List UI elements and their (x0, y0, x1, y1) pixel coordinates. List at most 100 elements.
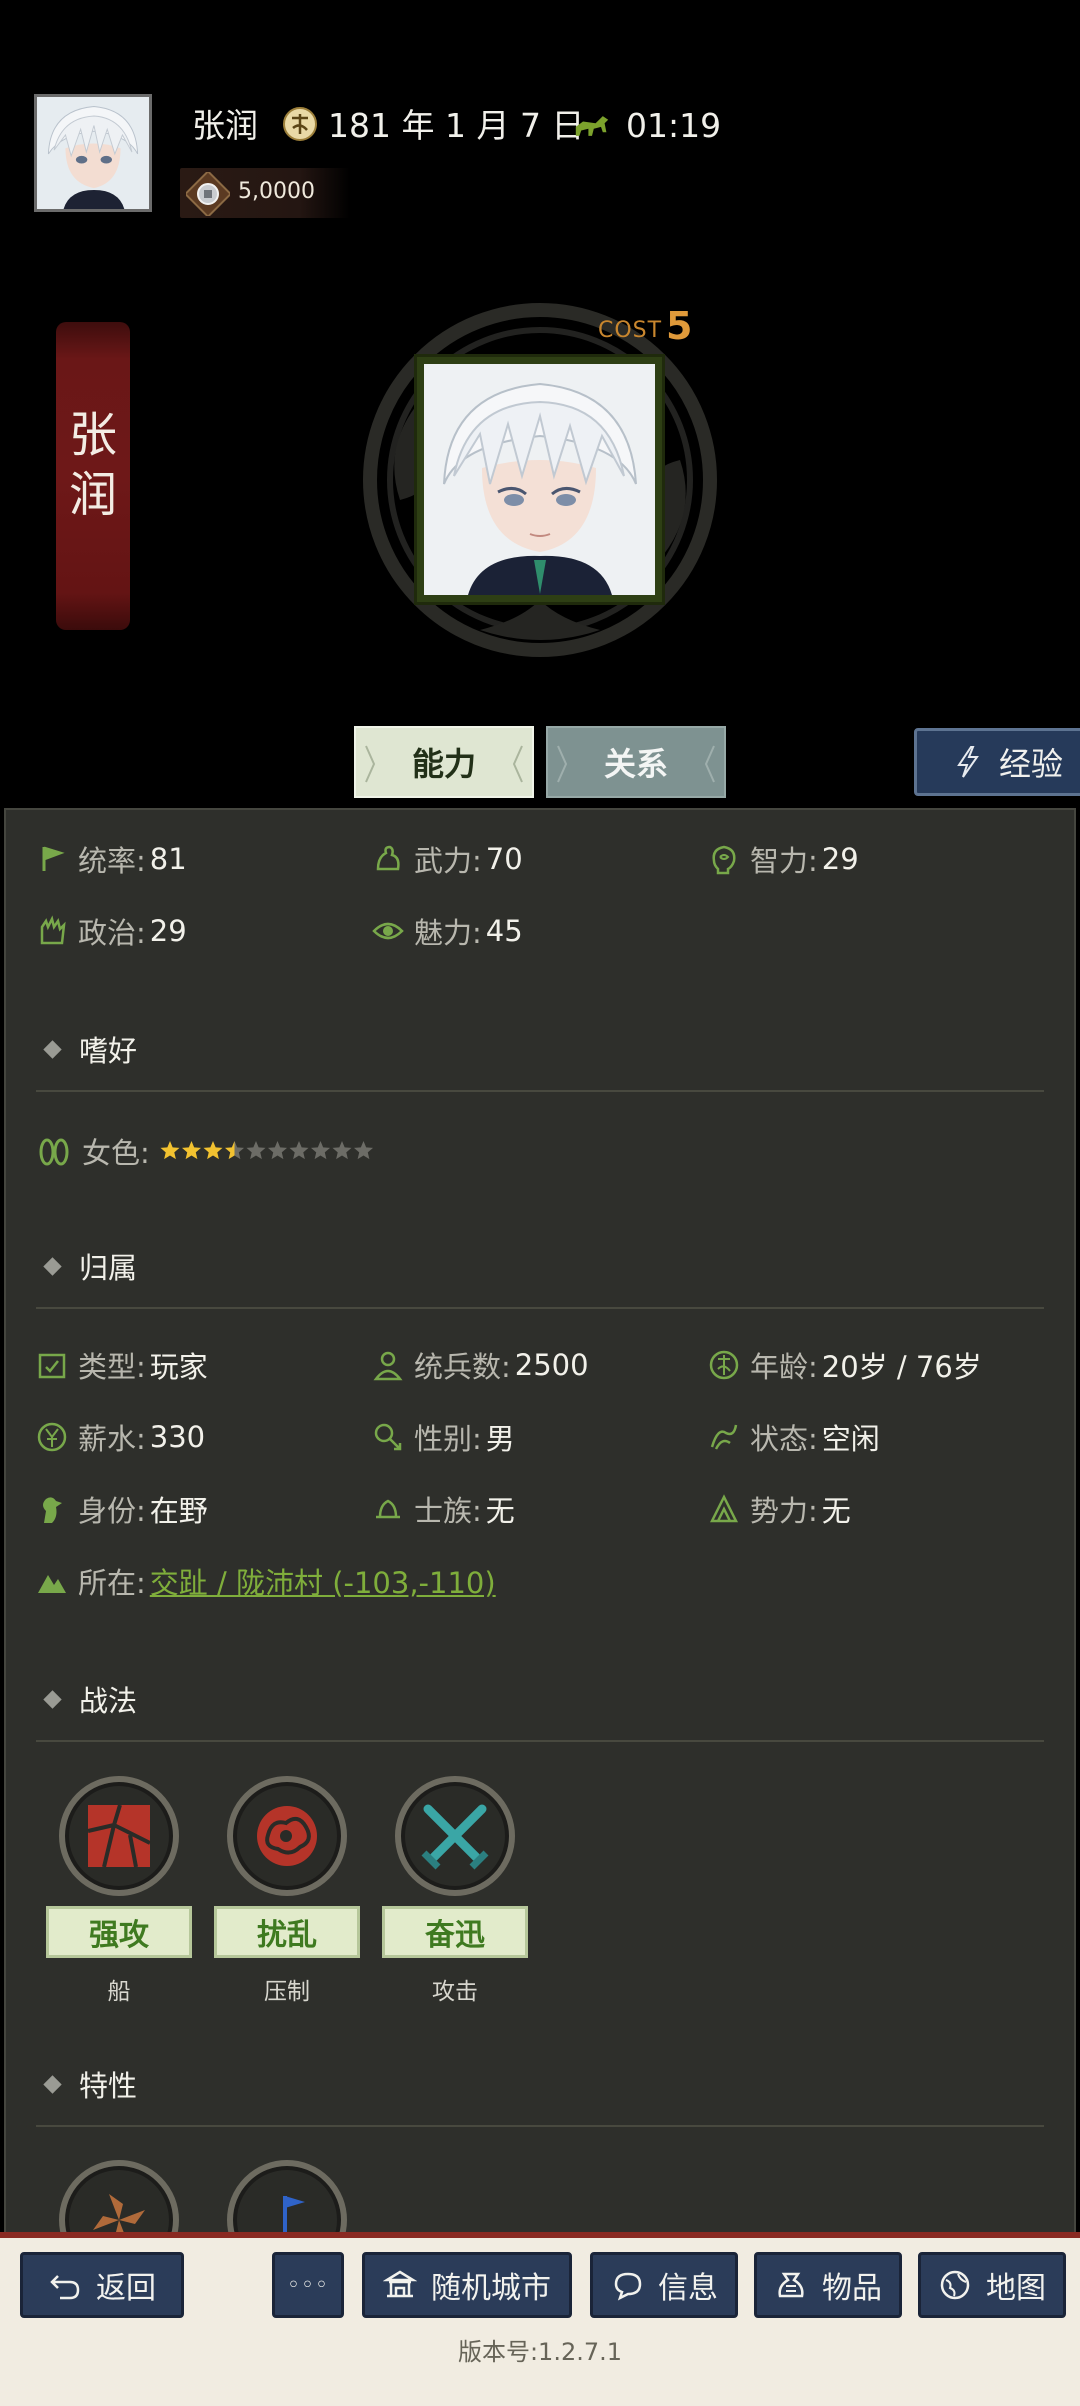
footprint-icon (39, 1138, 69, 1166)
brain-chaos-icon (257, 1806, 317, 1866)
field-age-value: 20岁 / 76岁 (821, 1350, 982, 1384)
field-identity-label: 身份: (78, 1494, 146, 1528)
tab-ability-label: 能力 (411, 745, 476, 783)
calendar-check-icon (38, 1353, 66, 1379)
section-divider (36, 2125, 1044, 2127)
star-icon (224, 1141, 244, 1160)
game-date: 181 年 1 月 7 日 (328, 106, 585, 145)
field-type-label: 类型: (78, 1350, 146, 1384)
bird-icon (43, 1497, 62, 1523)
tab-left-ornament-icon (365, 745, 376, 783)
character-portrait (417, 357, 662, 602)
name-char-1: 张 (68, 407, 117, 463)
player-name: 张润 (192, 106, 258, 145)
stat-force: 武力: 70 (372, 834, 523, 884)
stat-politics-label: 政治: (78, 916, 146, 950)
calendar-seal-icon (283, 107, 317, 141)
game-time: 01:19 (626, 106, 722, 145)
crossed-swords-icon (421, 1804, 489, 1870)
info-button[interactable]: 信息 (590, 2252, 738, 2318)
tactic-name-disrupt[interactable]: 扰乱 (214, 1906, 360, 1958)
hand-icon (40, 915, 66, 945)
field-status-label: 状态: (750, 1422, 818, 1456)
items-label: 物品 (822, 2271, 882, 2306)
hobby-title-text: 嗜好 (79, 1034, 138, 1068)
stat-intelligence-value: 29 (821, 842, 859, 876)
map-label: 地图 (986, 2271, 1046, 2306)
stat-charm: 魅力: 45 (372, 906, 523, 956)
items-button[interactable]: 物品 (754, 2252, 902, 2318)
random-city-button[interactable]: 随机城市 (362, 2252, 572, 2318)
tactic-icon-strong-attack[interactable] (59, 1776, 179, 1896)
currency-amount: 5,0000 (238, 179, 315, 204)
tactic-name-strong-attack[interactable]: 强攻 (46, 1906, 192, 1958)
pouch-icon (778, 2272, 804, 2298)
clan-icon (376, 1499, 400, 1519)
affiliation-title-text: 归属 (79, 1251, 138, 1285)
field-clan: 士族: 无 (372, 1484, 515, 1534)
tactic-name-swift[interactable]: 奋迅 (382, 1906, 528, 1958)
diamond-bullet-icon (43, 1689, 62, 1709)
field-gender-label: 性别: (414, 1422, 482, 1456)
gender-icon (374, 1423, 402, 1451)
field-troops-value: 2500 (514, 1348, 589, 1382)
back-arrow-icon (50, 2275, 80, 2300)
eye-icon (372, 922, 404, 940)
location-link[interactable]: 交趾 / 陇沛村 (-103,-110) (150, 1560, 496, 1602)
chat-bubble-icon (614, 2272, 642, 2301)
stat-leadership-label: 统率: (78, 844, 146, 878)
star-icon (246, 1141, 266, 1160)
field-faction: 势力: 无 (708, 1484, 851, 1534)
diamond-bullet-icon (43, 2074, 62, 2094)
back-label: 返回 (96, 2271, 156, 2306)
stat-leadership-value: 81 (149, 842, 187, 876)
tab-right-ornament-icon (512, 745, 523, 783)
back-button[interactable]: 返回 (20, 2252, 184, 2318)
field-age: 年龄: 20岁 / 76岁 (708, 1340, 982, 1390)
shatter-icon (87, 1804, 151, 1868)
tactic-icon-swift[interactable] (395, 1776, 515, 1896)
field-age-label: 年龄: (750, 1350, 818, 1384)
player-avatar[interactable] (34, 94, 152, 212)
hobby-section-title: 嗜好 (36, 1028, 137, 1070)
tab-relation[interactable]: 关系 (546, 726, 726, 798)
tab-ability[interactable]: 能力 (354, 726, 534, 798)
star-icon (310, 1141, 330, 1160)
stat-intelligence: 智力: 29 (708, 834, 859, 884)
field-location-label: 所在: (78, 1566, 146, 1600)
version-text: 版本号:1.2.7.1 (457, 2338, 623, 2366)
star-icon (203, 1141, 223, 1160)
map-button[interactable]: 地图 (918, 2252, 1066, 2318)
cost-label: COST (598, 318, 663, 343)
person-icon (373, 1351, 403, 1381)
traits-title-text: 特性 (79, 2069, 138, 2103)
field-status-value: 空闲 (821, 1422, 880, 1456)
more-button[interactable]: ◦◦◦ (272, 2252, 344, 2318)
cost-value: 5 (666, 304, 693, 348)
experience-button[interactable]: 经验 (914, 728, 1080, 796)
field-status: 状态: 空闲 (708, 1412, 880, 1462)
stat-force-value: 70 (485, 842, 523, 876)
stat-charm-label: 魅力: (414, 916, 482, 950)
affiliation-section-title: 归属 (36, 1245, 137, 1287)
globe-icon (940, 2270, 970, 2300)
tactics-title-text: 战法 (79, 1684, 138, 1718)
hobby-women-label: 女色: (82, 1136, 150, 1170)
field-clan-value: 无 (485, 1494, 515, 1528)
field-salary: 薪水: 330 (36, 1412, 205, 1462)
field-identity-value: 在野 (149, 1494, 208, 1528)
stat-force-label: 武力: (414, 844, 482, 878)
tactic-type-disrupt: 压制 (264, 1979, 310, 2005)
tab-relation-label: 关系 (603, 745, 668, 783)
star-icon (353, 1141, 373, 1160)
section-divider (36, 1307, 1044, 1309)
section-divider (36, 1090, 1044, 1092)
brain-icon (712, 845, 736, 875)
diamond-bullet-icon (43, 1039, 62, 1059)
field-type-value: 玩家 (149, 1350, 208, 1384)
yen-icon (37, 1422, 67, 1452)
traits-section-title: 特性 (36, 2063, 137, 2105)
force-icon (709, 1494, 739, 1523)
field-salary-label: 薪水: (78, 1422, 146, 1456)
tactic-icon-disrupt[interactable] (227, 1776, 347, 1896)
